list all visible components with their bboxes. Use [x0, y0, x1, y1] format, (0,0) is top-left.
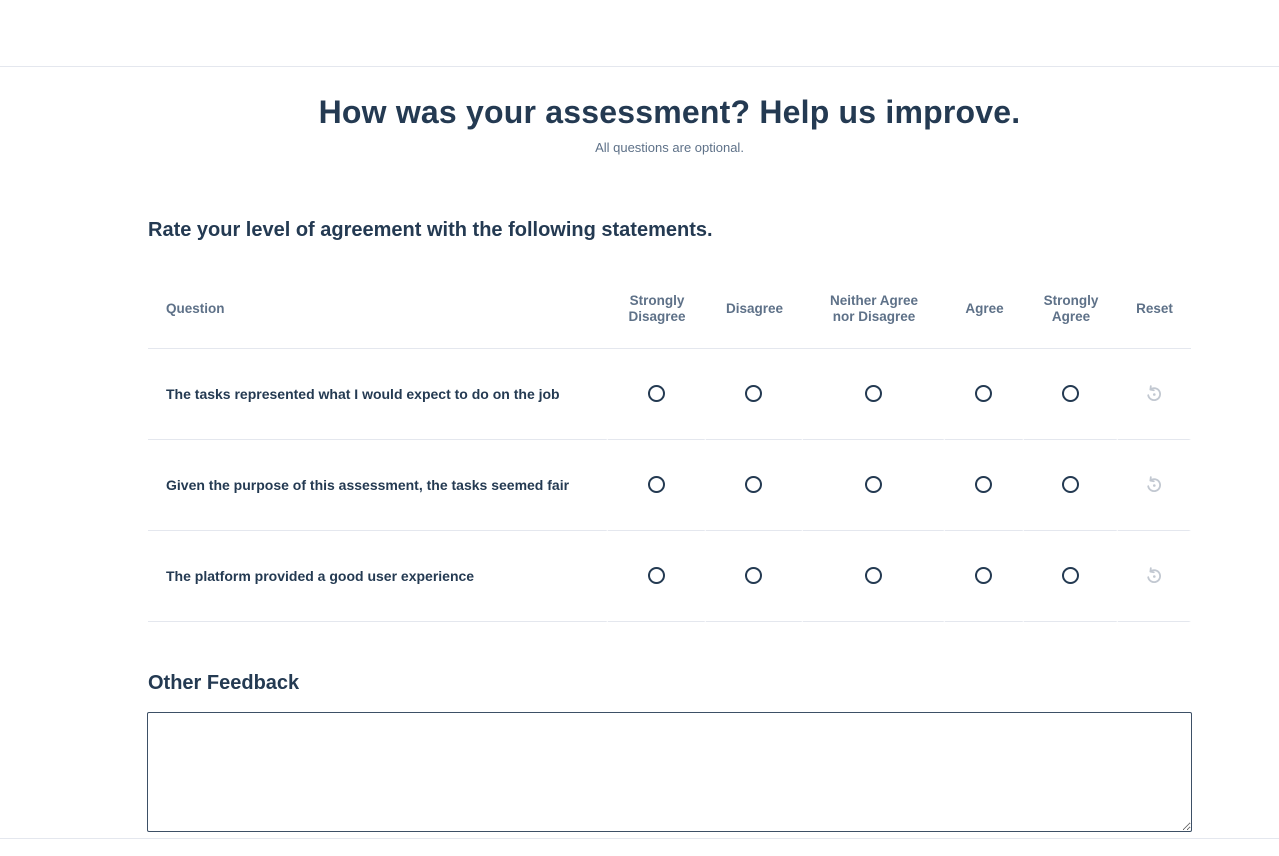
option-cell — [706, 440, 803, 531]
column-header-strongly-agree-line2: Agree — [1051, 309, 1091, 324]
column-header-disagree-label: Disagree — [725, 301, 784, 316]
option-cell — [608, 531, 706, 622]
table-row: Given the purpose of this assessment, th… — [148, 440, 1191, 531]
option-cell — [1024, 440, 1118, 531]
radio-disagree[interactable] — [745, 385, 762, 403]
question-text: Given the purpose of this assessment, th… — [148, 440, 608, 531]
radio-disagree[interactable] — [745, 476, 762, 494]
column-header-reset-label: Reset — [1136, 301, 1173, 316]
reset-icon[interactable] — [1142, 564, 1166, 588]
reset-cell — [1118, 349, 1191, 440]
radio-strongly-disagree[interactable] — [647, 567, 665, 585]
column-header-strongly-agree-line1: Strongly — [1043, 293, 1099, 308]
column-header-reset: Reset — [1118, 270, 1191, 349]
question-text: The platform provided a good user experi… — [148, 531, 608, 622]
page-title: How was your assessment? Help us improve… — [318, 94, 1021, 130]
reset-icon[interactable] — [1142, 473, 1166, 497]
radio-disagree[interactable] — [745, 567, 762, 585]
reset-cell — [1118, 440, 1191, 531]
radio-agree[interactable] — [975, 476, 992, 494]
column-header-strongly-disagree-line2: Disagree — [628, 309, 686, 324]
radio-strongly-agree[interactable] — [1061, 567, 1079, 585]
feedback-heading: Other Feedback — [148, 672, 300, 694]
feedback-textarea[interactable] — [147, 712, 1192, 832]
option-cell — [1024, 349, 1118, 440]
top-bar — [0, 0, 1279, 67]
radio-strongly-agree[interactable] — [1061, 385, 1079, 403]
rating-table: Question Strongly Disagree Disagree Neit… — [148, 270, 1191, 622]
column-header-question-label: Question — [166, 301, 225, 316]
column-header-neither-line2: nor Disagree — [832, 309, 916, 324]
column-header-neither: Neither Agree nor Disagree — [803, 270, 945, 349]
radio-neither[interactable] — [864, 385, 882, 403]
option-cell — [706, 349, 803, 440]
option-cell — [945, 440, 1024, 531]
table-row: The platform provided a good user experi… — [148, 531, 1191, 622]
reset-cell — [1118, 531, 1191, 622]
column-header-agree: Agree — [945, 270, 1024, 349]
option-cell — [945, 349, 1024, 440]
rating-header-row: Question Strongly Disagree Disagree Neit… — [148, 270, 1191, 349]
radio-strongly-disagree[interactable] — [647, 385, 665, 403]
column-header-neither-line1: Neither Agree — [829, 293, 919, 308]
rating-section-heading: Rate your level of agreement with the fo… — [148, 219, 713, 241]
column-header-agree-label: Agree — [965, 301, 1004, 316]
column-header-question: Question — [148, 270, 608, 349]
radio-strongly-disagree[interactable] — [647, 476, 665, 494]
option-cell — [803, 349, 945, 440]
page-subtitle: All questions are optional. — [595, 140, 744, 155]
radio-strongly-agree[interactable] — [1061, 476, 1079, 494]
option-cell — [803, 531, 945, 622]
option-cell — [608, 349, 706, 440]
column-header-strongly-disagree-line1: Strongly — [629, 293, 685, 308]
column-header-strongly-disagree: Strongly Disagree — [608, 270, 706, 349]
option-cell — [945, 531, 1024, 622]
radio-agree[interactable] — [975, 385, 992, 403]
option-cell — [706, 531, 803, 622]
question-text: The tasks represented what I would expec… — [148, 349, 608, 440]
radio-agree[interactable] — [975, 567, 992, 585]
option-cell — [608, 440, 706, 531]
option-cell — [1024, 531, 1118, 622]
column-header-disagree: Disagree — [706, 270, 803, 349]
option-cell — [803, 440, 945, 531]
reset-icon[interactable] — [1142, 382, 1166, 406]
bottom-divider — [0, 838, 1279, 839]
column-header-strongly-agree: Strongly Agree — [1024, 270, 1118, 349]
table-row: The tasks represented what I would expec… — [148, 349, 1191, 440]
radio-neither[interactable] — [864, 567, 882, 585]
radio-neither[interactable] — [864, 476, 882, 494]
